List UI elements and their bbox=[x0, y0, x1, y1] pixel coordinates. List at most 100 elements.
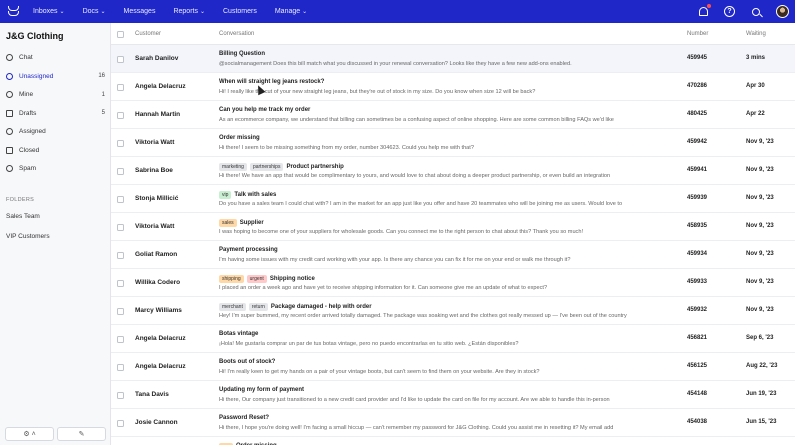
sidebar-item-chat[interactable]: Chat bbox=[6, 51, 105, 64]
conversation-subject: When will straight leg jeans restock? bbox=[219, 79, 325, 85]
conversation-number: 470286 bbox=[687, 83, 708, 89]
row-checkbox[interactable] bbox=[117, 224, 124, 231]
sidebar-item-spam[interactable]: Spam bbox=[6, 162, 105, 175]
top-navigation-bar: Inboxes ⌄ Docs ⌄ Messages Reports ⌄ Customers Ma… bbox=[0, 0, 795, 23]
conversation-list: Customer Conversation Number Waiting Sar… bbox=[111, 23, 795, 445]
sidebar-item-drafts[interactable]: Drafts 5 bbox=[6, 107, 105, 120]
assigned-icon bbox=[6, 128, 13, 135]
row-checkbox[interactable] bbox=[117, 140, 124, 147]
table-row[interactable]: Sarah Danilov Billing Question @socialmana… bbox=[111, 45, 795, 73]
customer-name: Willika Codero bbox=[135, 279, 181, 286]
header-conversation[interactable]: Conversation bbox=[219, 31, 254, 37]
conversation-preview: ¡Hola! Me gustaría comprar un par de tus… bbox=[219, 341, 519, 347]
header-number[interactable]: Number bbox=[687, 31, 708, 37]
row-checkbox[interactable] bbox=[117, 392, 124, 399]
tag-badge: shipping bbox=[219, 275, 244, 283]
waiting-time: Nov 9, '23 bbox=[746, 139, 774, 145]
row-checkbox[interactable] bbox=[117, 308, 124, 315]
unassigned-icon bbox=[6, 72, 13, 80]
closed-icon bbox=[6, 146, 13, 154]
row-checkbox[interactable] bbox=[117, 280, 124, 287]
folder-sales-team[interactable]: Sales Team bbox=[6, 213, 40, 220]
user-avatar[interactable] bbox=[776, 5, 789, 18]
row-checkbox[interactable] bbox=[117, 84, 124, 91]
header-waiting[interactable]: Waiting bbox=[746, 31, 766, 37]
tag-badge: merchant bbox=[219, 303, 246, 311]
compose-icon: ✎ bbox=[78, 431, 85, 438]
waiting-time: Nov 9, '23 bbox=[746, 307, 774, 313]
table-row[interactable]: Angela Delacruz Botas vintage ¡Hola! Me gu… bbox=[111, 325, 795, 353]
table-row[interactable]: Marcy Williams merchant return Package dama… bbox=[111, 297, 795, 325]
conversation-number: 459942 bbox=[687, 139, 708, 145]
customer-name: Goliat Ramon bbox=[135, 251, 178, 258]
nav-customers[interactable]: Customers bbox=[223, 8, 257, 15]
row-checkbox[interactable] bbox=[117, 420, 124, 427]
table-row[interactable]: Hannah Martin Can you help me track my or… bbox=[111, 101, 795, 129]
tag-badge: return bbox=[248, 303, 268, 311]
conversation-preview: Hi there, Our company just transitioned … bbox=[219, 397, 610, 403]
table-row[interactable]: Goliat Ramon Payment processing I'm having… bbox=[111, 241, 795, 269]
sidebar-item-label: Spam bbox=[19, 165, 36, 172]
table-row[interactable]: Josie Cannon Password Reset? Hi there, I h… bbox=[111, 409, 795, 437]
waiting-time: 3 mins bbox=[746, 55, 766, 61]
app-logo-icon[interactable] bbox=[6, 5, 19, 18]
nav-messages[interactable]: Messages bbox=[124, 8, 156, 15]
sidebar-item-closed[interactable]: Closed bbox=[6, 144, 105, 157]
customer-name: Tana Davis bbox=[135, 391, 169, 398]
nav-label: Inboxes bbox=[33, 8, 58, 15]
nav-manage[interactable]: Manage ⌄ bbox=[275, 8, 307, 15]
row-checkbox[interactable] bbox=[117, 168, 124, 175]
row-checkbox[interactable] bbox=[117, 252, 124, 259]
sidebar-item-mine[interactable]: Mine 1 bbox=[6, 88, 105, 101]
conversation-subject: Shipping notice bbox=[269, 276, 315, 282]
waiting-time: Sep 6, '23 bbox=[746, 335, 774, 341]
conversation-subject: Botas vintage bbox=[219, 331, 259, 337]
table-row[interactable]: Viktoria Watt Order missing Hi there! I se… bbox=[111, 129, 795, 157]
table-row[interactable]: Sabrina Boe marketing partnerships Product … bbox=[111, 157, 795, 185]
customer-name: Viktoria Watt bbox=[135, 139, 175, 146]
conversation-preview: Hi there, I hope you're doing well! I'm … bbox=[219, 425, 614, 431]
row-checkbox[interactable] bbox=[117, 364, 124, 371]
table-row[interactable]: Willika Codero shipping urgent Shipping not… bbox=[111, 269, 795, 297]
tag-badge: partnerships bbox=[249, 163, 284, 171]
conversation-preview: As an ecommerce company, we understand t… bbox=[219, 117, 614, 123]
workspace-name[interactable]: J&G Clothing bbox=[6, 31, 64, 41]
conversation-number: 459945 bbox=[687, 55, 708, 61]
nav-reports[interactable]: Reports ⌄ bbox=[173, 8, 205, 15]
waiting-time: Jun 15, '23 bbox=[746, 419, 777, 425]
waiting-time: Nov 9, '23 bbox=[746, 279, 774, 285]
customer-name: Sarah Danilov bbox=[135, 55, 179, 62]
header-customer[interactable]: Customer bbox=[135, 31, 161, 37]
nav-docs[interactable]: Docs ⌄ bbox=[83, 8, 106, 15]
waiting-time: Apr 22 bbox=[746, 111, 765, 117]
search-icon[interactable] bbox=[750, 6, 761, 17]
sidebar-item-label: Closed bbox=[19, 146, 40, 154]
sidebar-item-assigned[interactable]: Assigned bbox=[6, 125, 105, 138]
table-row[interactable]: Stonja Millicić vip Talk with sales Do you … bbox=[111, 185, 795, 213]
conversation-preview: I was hoping to become one of your suppl… bbox=[219, 229, 584, 235]
row-checkbox[interactable] bbox=[117, 112, 124, 119]
table-row[interactable]: Viktoria Watt sales Supplier I was hoping t… bbox=[111, 213, 795, 241]
folder-vip-customers[interactable]: VIP Customers bbox=[6, 233, 50, 240]
sidebar-item-label: Assigned bbox=[19, 128, 46, 135]
table-row[interactable]: Angela Delacruz When will straight leg je… bbox=[111, 73, 795, 101]
select-all-checkbox[interactable] bbox=[117, 31, 124, 38]
notifications-bell-icon[interactable] bbox=[698, 4, 711, 17]
spam-icon bbox=[6, 165, 13, 172]
compose-button[interactable]: ✎ bbox=[57, 427, 106, 441]
nav-label: Messages bbox=[123, 8, 156, 15]
row-checkbox[interactable] bbox=[117, 196, 124, 203]
table-row[interactable]: Tana Davis Updating my form of payment Hi … bbox=[111, 381, 795, 409]
help-icon[interactable]: ? bbox=[724, 6, 735, 17]
nav-inboxes[interactable]: Inboxes ⌄ bbox=[33, 8, 65, 15]
tag-badge: urgent bbox=[246, 275, 267, 283]
settings-menu-button[interactable]: ⚙ ˄ bbox=[5, 427, 54, 441]
table-row[interactable]: Angela Delacruz Boots out of stock? Hi! I'… bbox=[111, 353, 795, 381]
conversation-number: 456821 bbox=[687, 335, 708, 341]
row-checkbox[interactable] bbox=[117, 336, 124, 343]
row-checkbox[interactable] bbox=[117, 56, 124, 63]
waiting-time: Jun 19, '23 bbox=[746, 391, 777, 397]
conversation-subject: Boots out of stock? bbox=[219, 359, 276, 365]
sidebar-item-unassigned[interactable]: Unassigned 16 bbox=[6, 70, 105, 83]
table-row[interactable]: Order missing bbox=[111, 437, 795, 445]
